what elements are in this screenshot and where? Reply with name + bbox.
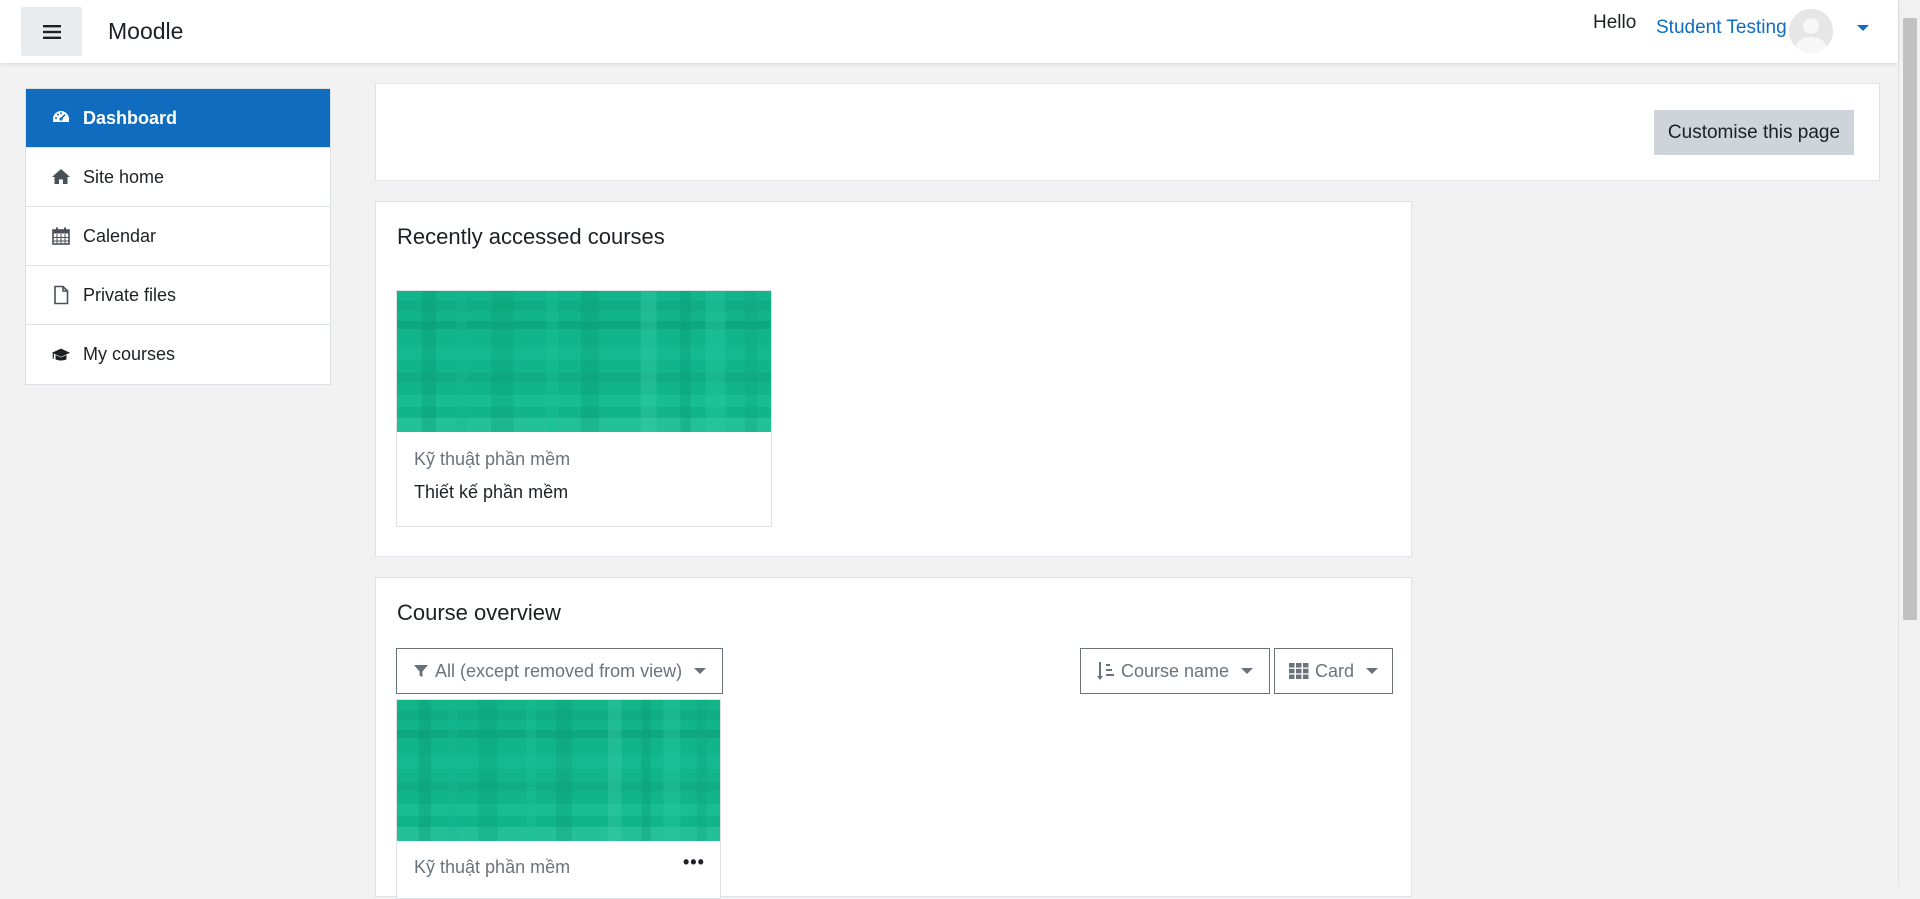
course-category: Kỹ thuật phần mềm: [414, 449, 571, 469]
top-navbar: Moodle Hello Student Testing: [0, 0, 1898, 63]
chevron-down-icon: [694, 668, 707, 674]
calendar-icon: [52, 227, 70, 245]
course-category: Kỹ thuật phần mềm: [414, 857, 571, 877]
chevron-down-icon: [1241, 668, 1254, 674]
sidebar-item-calendar[interactable]: Calendar: [26, 207, 330, 266]
course-overview-block: Course overview All (except removed from…: [375, 577, 1412, 899]
nav-list: Dashboard Site home Calendar Private fil…: [25, 88, 331, 385]
sort-dropdown[interactable]: Course name: [1080, 648, 1271, 694]
file-icon: [54, 285, 69, 305]
sidebar-item-label: My courses: [83, 344, 176, 364]
customise-page-button[interactable]: Customise this page: [1654, 110, 1854, 155]
course-image[interactable]: [397, 700, 720, 841]
recently-accessed-courses-block: Recently accessed courses Kỹ thuật phần …: [375, 201, 1412, 557]
sidebar-item-dashboard[interactable]: Dashboard: [26, 89, 330, 148]
course-pattern-image: [397, 291, 771, 432]
sidebar-item-private-files[interactable]: Private files: [26, 266, 330, 325]
block-title: Recently accessed courses: [397, 224, 665, 249]
filter-icon: [414, 665, 428, 677]
sidebar-item-label: Calendar: [83, 225, 157, 246]
user-menu-chevron-down-icon[interactable]: [1857, 25, 1869, 31]
chevron-down-icon: [1366, 668, 1379, 674]
sidebar-item-site-home[interactable]: Site home: [26, 148, 330, 207]
user-avatar-icon: [1789, 9, 1833, 53]
page-scrollbar[interactable]: [1898, 0, 1920, 887]
grid-icon: [1289, 663, 1309, 679]
sort-icon: [1097, 662, 1114, 680]
sidebar-item-my-courses[interactable]: My courses: [26, 325, 330, 384]
hamburger-icon: [42, 24, 61, 39]
drawer-toggle-button[interactable]: [21, 7, 82, 56]
home-icon: [52, 169, 70, 184]
sidebar-item-label: Private files: [83, 284, 177, 305]
course-pattern-image: [397, 700, 720, 841]
course-image[interactable]: [397, 291, 771, 432]
view-label: Card: [1315, 660, 1355, 681]
sidebar-item-label: Dashboard: [83, 107, 178, 128]
block-title: Course overview: [397, 600, 561, 625]
filter-label: All (except removed from view): [435, 660, 683, 681]
site-brand[interactable]: Moodle: [108, 18, 183, 45]
page-header: Customise this page: [375, 83, 1880, 181]
grouping-filter-dropdown[interactable]: All (except removed from view): [396, 648, 724, 694]
view-dropdown[interactable]: Card: [1274, 648, 1394, 694]
course-actions-menu-button[interactable]: •••: [683, 852, 705, 873]
scrollbar-thumb[interactable]: [1903, 18, 1917, 620]
course-card[interactable]: Kỹ thuật phần mềm •••: [396, 699, 721, 899]
sidebar-item-label: Site home: [83, 166, 165, 187]
avatar[interactable]: [1789, 9, 1833, 53]
sort-label: Course name: [1121, 660, 1230, 681]
graduation-cap-icon: [51, 348, 71, 360]
nav-drawer: Dashboard Site home Calendar Private fil…: [0, 63, 356, 887]
dashboard-icon: [53, 111, 69, 122]
greeting-text: Hello: [1593, 12, 1637, 33]
course-name-link[interactable]: Thiết kế phần mềm: [414, 482, 568, 503]
user-menu-name[interactable]: Student Testing: [1656, 17, 1787, 39]
course-card[interactable]: Kỹ thuật phần mềm Thiết kế phần mềm: [396, 290, 772, 527]
